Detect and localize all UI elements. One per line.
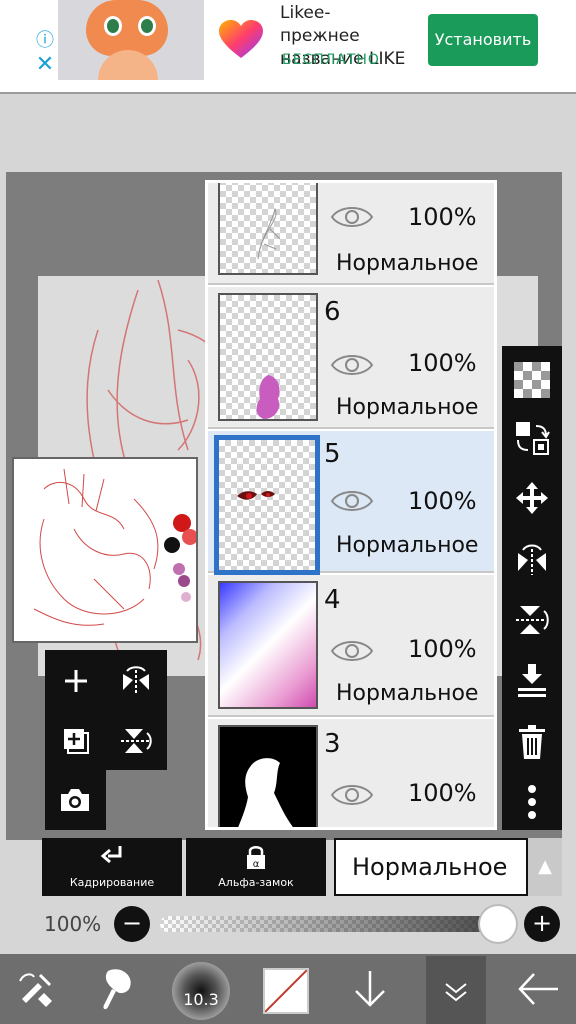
duplicate-layer-button[interactable] <box>47 712 105 770</box>
layer-thumbnail <box>218 581 318 709</box>
flip-horizontal-button[interactable] <box>107 652 165 710</box>
move-arrows-icon <box>516 482 548 514</box>
visibility-eye-icon[interactable] <box>330 351 374 379</box>
merge-down-button[interactable] <box>502 650 562 710</box>
layer-opacity: 100% <box>408 635 477 663</box>
layer-thumbnail <box>214 435 320 575</box>
opacity-increase-button[interactable]: + <box>524 906 560 942</box>
layers-panel[interactable]: 100% Нормальное 6 100% Нормальное 5 100%… <box>205 180 497 830</box>
layer-blend-mode: Нормальное <box>336 681 479 706</box>
tool-switch-button[interactable] <box>0 954 72 1024</box>
camera-panel <box>45 770 106 830</box>
camera-button[interactable] <box>46 771 104 829</box>
visibility-eye-icon[interactable] <box>330 487 374 515</box>
flip-vertical-button[interactable] <box>107 712 165 770</box>
visibility-eye-icon[interactable] <box>330 781 374 809</box>
opacity-slider-track[interactable] <box>160 916 500 932</box>
swap-icon <box>516 422 550 455</box>
heart-icon <box>219 20 263 58</box>
layer-row-3[interactable]: 3 100% <box>208 719 494 827</box>
right-tools-panel <box>502 346 562 830</box>
add-layer-button[interactable] <box>47 652 105 710</box>
opacity-value: 100% <box>44 912 102 936</box>
blend-mode-dropdown-arrow-icon[interactable]: ▲ <box>528 838 562 896</box>
double-chevron-down-icon <box>445 983 467 1002</box>
arrow-left-icon <box>518 973 558 1005</box>
visibility-eye-icon[interactable] <box>330 637 374 665</box>
layer-row-6[interactable]: 6 100% Нормальное <box>208 287 494 429</box>
arrow-down-icon <box>355 971 385 1007</box>
color-picker-swatch[interactable] <box>263 968 309 1014</box>
opacity-decrease-button[interactable]: − <box>114 906 150 942</box>
preview-sketch <box>33 468 198 626</box>
alpha-lock-label: Альфа-замок <box>218 876 294 889</box>
flip-horizontal-icon <box>518 544 546 575</box>
lock-icon: α <box>186 844 326 876</box>
trash-icon <box>519 725 545 759</box>
layer-opacity: 100% <box>408 349 477 377</box>
clipping-button[interactable]: Кадрирование <box>42 838 182 896</box>
svg-text:α: α <box>253 859 260 870</box>
ad-subtitle: БЕСПЛАТНО <box>282 52 380 68</box>
canvas-preview[interactable] <box>12 457 198 643</box>
layer-blend-mode: Нормальное <box>336 251 479 276</box>
layer-row-4[interactable]: 4 100% Нормальное <box>208 575 494 717</box>
checkerboard-icon <box>514 362 550 398</box>
brush-icon <box>103 969 131 1010</box>
layer-thumbnail <box>218 725 318 827</box>
layer-thumbnail <box>218 293 318 421</box>
flip-vertical-right-button[interactable] <box>502 590 562 650</box>
clipping-arrow-icon <box>42 844 182 876</box>
transparency-button[interactable] <box>502 350 562 410</box>
move-layer-down-button[interactable] <box>334 954 406 1024</box>
visibility-eye-icon[interactable] <box>330 203 374 231</box>
layer-number: 6 <box>324 297 341 327</box>
layer-opacity: 100% <box>408 203 477 231</box>
brush-eraser-icon <box>19 973 52 1007</box>
layer-tools-panel <box>45 650 167 770</box>
opacity-slider-thumb[interactable] <box>480 906 516 942</box>
layer-number: 5 <box>324 439 341 469</box>
ad-banner[interactable]: ⓘ ✕ Likee- прежнее название LIKE БЕСПЛАТ… <box>0 0 576 94</box>
layer-blend-mode: Нормальное <box>336 533 479 558</box>
layer-opacity: 100% <box>408 779 477 807</box>
flip-vertical-icon <box>121 729 152 753</box>
merge-down-icon <box>518 664 546 697</box>
move-button[interactable] <box>502 468 562 528</box>
likee-logo <box>210 10 272 72</box>
layer-thumbnail <box>218 183 318 275</box>
more-options-button[interactable] <box>502 772 562 832</box>
camera-icon <box>61 789 89 811</box>
opacity-slider-fill <box>160 916 500 932</box>
delete-layer-button[interactable] <box>502 712 562 772</box>
swap-layers-button[interactable] <box>502 408 562 468</box>
brush-size-indicator[interactable]: 10.3 <box>172 962 230 1020</box>
layer-opacity: 100% <box>408 487 477 515</box>
flip-horizontal-icon <box>123 666 149 694</box>
alpha-lock-button[interactable]: α Альфа-замок <box>186 838 326 896</box>
add-copy-icon <box>64 729 89 754</box>
install-button[interactable]: Установить <box>428 14 538 66</box>
close-icon[interactable]: ✕ <box>34 54 56 76</box>
layer-row-5-selected[interactable]: 5 100% Нормальное <box>208 431 494 575</box>
clipping-label: Кадрирование <box>69 876 155 889</box>
layer-number: 4 <box>324 585 341 615</box>
flip-horizontal-right-button[interactable] <box>502 530 562 590</box>
flip-vertical-icon <box>516 606 549 634</box>
plus-icon <box>65 670 87 692</box>
back-button[interactable] <box>502 954 574 1024</box>
blend-mode-select[interactable]: Нормальное <box>334 838 528 896</box>
info-icon[interactable]: ⓘ <box>34 30 56 52</box>
layers-toggle-button[interactable] <box>426 956 486 1024</box>
layer-number: 3 <box>324 729 341 759</box>
brush-tool-button[interactable] <box>82 954 154 1024</box>
ad-mascot-image <box>58 0 204 80</box>
more-vertical-icon <box>528 785 536 819</box>
layer-blend-mode: Нормальное <box>336 395 479 420</box>
layer-row[interactable]: 100% Нормальное <box>208 183 494 285</box>
